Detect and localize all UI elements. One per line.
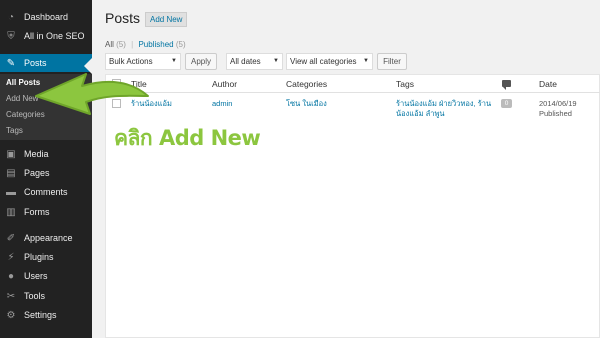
comment-count-badge[interactable]: 0: [501, 99, 512, 108]
post-author-link[interactable]: admin: [212, 99, 232, 109]
sidebar-item-label: All in One SEO: [24, 31, 85, 41]
forms-icon: ▥: [6, 206, 16, 218]
filter-all[interactable]: All: [105, 40, 114, 49]
sidebar-item-tools[interactable]: ✂ Tools: [0, 287, 92, 305]
sidebar-item-label: Tools: [24, 291, 46, 301]
add-new-button[interactable]: Add New: [145, 12, 188, 27]
apply-button[interactable]: Apply: [185, 53, 217, 70]
media-icon: ▣: [6, 148, 16, 160]
brush-icon: ✐: [6, 232, 16, 244]
main-content: Posts Add New All (5) | Published (5) Bu…: [92, 0, 600, 338]
filter-separator: |: [131, 40, 134, 49]
sidebar-item-settings[interactable]: ⚙ Settings: [0, 306, 92, 324]
pin-icon: ✎: [6, 57, 16, 69]
dashboard-icon: ◔: [7, 11, 15, 23]
page-title: Posts: [105, 10, 141, 26]
submenu-categories[interactable]: Categories: [6, 110, 45, 119]
shield-icon: ⛨: [7, 30, 15, 42]
post-date: 2014/06/19: [539, 99, 577, 108]
sidebar-item-label: Dashboard: [24, 12, 69, 22]
column-categories: Categories: [286, 79, 328, 89]
sidebar-item-label: Forms: [24, 207, 50, 217]
column-title[interactable]: Title: [131, 79, 147, 89]
submenu-add-new[interactable]: Add New: [6, 94, 38, 103]
annotation-click-add-new: คลิก Add New: [114, 126, 261, 150]
posts-submenu: All Posts Add New Categories Tags: [0, 74, 92, 140]
sidebar-item-comments[interactable]: ▬ Comments: [0, 183, 92, 201]
column-author: Author: [212, 79, 238, 89]
table-header: Title Author Categories Tags Date: [106, 75, 600, 93]
sidebar-item-label: Comments: [24, 187, 68, 197]
submenu-tags[interactable]: Tags: [6, 126, 23, 135]
sidebar-item-label: Pages: [24, 168, 50, 178]
sidebar-item-posts[interactable]: ✎ Posts: [0, 54, 92, 72]
sidebar-item-label: Plugins: [24, 252, 54, 262]
select-all-checkbox[interactable]: [112, 79, 121, 88]
sidebar-item-label: Media: [24, 149, 49, 159]
post-title-link[interactable]: ร้านน้องแอ้ม: [131, 99, 172, 109]
categories-select[interactable]: View all categories ▼: [286, 53, 373, 70]
sidebar-item-forms[interactable]: ▥ Forms: [0, 203, 92, 221]
column-tags: Tags: [396, 79, 414, 89]
sidebar-item-label: Settings: [24, 310, 57, 320]
pages-icon: ▤: [6, 167, 16, 179]
filter-all-count: (5): [116, 40, 126, 49]
categories-value: View all categories: [290, 57, 357, 66]
sidebar-item-label: Posts: [24, 58, 47, 68]
bulk-actions-value: Bulk Actions: [109, 57, 153, 66]
sidebar-item-pages[interactable]: ▤ Pages: [0, 164, 92, 182]
status-filter-links: All (5) | Published (5): [105, 40, 186, 49]
settings-icon: ⚙: [6, 309, 16, 321]
post-category-link[interactable]: โซน ในเมือง: [286, 99, 327, 109]
sidebar-item-label: Appearance: [24, 233, 73, 243]
post-tags-link[interactable]: น้องแอ้ม ลำพูน: [396, 109, 445, 119]
sidebar-item-label: Users: [24, 271, 48, 281]
chevron-down-icon: ▼: [171, 58, 177, 64]
sidebar-item-appearance[interactable]: ✐ Appearance: [0, 229, 92, 247]
chevron-down-icon: ▼: [273, 58, 279, 64]
filter-published[interactable]: Published: [138, 40, 173, 49]
users-icon: ●: [7, 270, 15, 282]
row-checkbox[interactable]: [112, 99, 121, 108]
post-status: Published: [539, 109, 572, 118]
comment-icon[interactable]: [502, 80, 511, 90]
sidebar-item-plugins[interactable]: ⚡ Plugins: [0, 248, 92, 266]
post-tags-link[interactable]: ร้านน้องแอ้ม ฝ่ายวิวทอง, ร้าน: [396, 99, 491, 109]
dates-value: All dates: [230, 57, 261, 66]
column-date[interactable]: Date: [539, 79, 557, 89]
comment-icon: ▬: [6, 186, 16, 198]
filter-published-count: (5): [175, 40, 186, 49]
submenu-all-posts[interactable]: All Posts: [6, 78, 40, 87]
filter-button[interactable]: Filter: [377, 53, 407, 70]
chevron-down-icon: ▼: [363, 58, 369, 64]
sidebar-item-dashboard[interactable]: ◔ Dashboard: [0, 8, 92, 26]
sidebar-item-media[interactable]: ▣ Media: [0, 145, 92, 163]
admin-sidebar: ◔ Dashboard ⛨ All in One SEO ✎ Posts All…: [0, 0, 92, 338]
sidebar-item-users[interactable]: ● Users: [0, 267, 92, 285]
dates-select[interactable]: All dates ▼: [226, 53, 283, 70]
wrench-icon: ✂: [6, 290, 16, 302]
bulk-actions-select[interactable]: Bulk Actions ▼: [105, 53, 181, 70]
posts-table: Title Author Categories Tags Date ร้านน้…: [105, 74, 600, 338]
plug-icon: ⚡: [7, 251, 15, 263]
sidebar-item-all-in-one-seo[interactable]: ⛨ All in One SEO: [0, 27, 92, 45]
active-menu-arrow: [84, 58, 92, 74]
